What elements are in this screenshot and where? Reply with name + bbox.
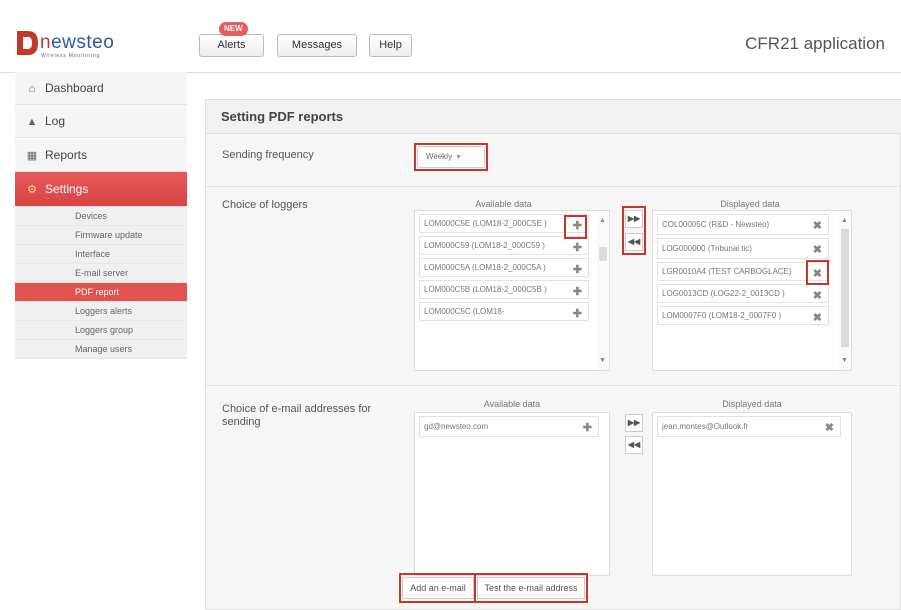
subnav-item-manage-users[interactable]: Manage users — [15, 340, 187, 359]
scroll-up-icon[interactable]: ▲ — [599, 217, 606, 224]
list-item[interactable]: LOG000000 (Tribunal tic) ✖ — [657, 238, 829, 259]
add-icon[interactable]: ✚ — [573, 287, 582, 298]
double-chevron-left-icon: ◀◀ — [627, 440, 641, 449]
help-button[interactable]: Help — [369, 34, 412, 57]
subnav-item-firmware-update[interactable]: Firmware update — [15, 226, 187, 245]
highlight-test-email — [474, 573, 588, 603]
available-loggers-title: Available data — [475, 199, 532, 209]
sidebar-item-label: Settings — [45, 182, 89, 196]
available-emails-title: Available data — [483, 399, 541, 409]
remove-icon[interactable]: ✖ — [813, 313, 822, 324]
logo-mark-icon — [17, 31, 38, 55]
remove-all-emails-button[interactable]: ◀◀ — [625, 436, 643, 454]
scroll-up-icon[interactable]: ▲ — [841, 217, 848, 224]
alerts-badge: NEW — [219, 22, 248, 36]
list-item[interactable]: LGR0010A4 (TEST CARBOGLACE) ✖ — [657, 262, 829, 281]
user-icon: ▲ — [26, 116, 38, 128]
sidebar-item-log[interactable]: ▲ Log — [15, 105, 187, 138]
double-chevron-right-icon: ▶▶ — [627, 418, 641, 427]
sidebar-item-label: Log — [45, 114, 66, 128]
available-emails-list[interactable]: gd@newsteo.com ✚ — [414, 412, 610, 576]
add-icon[interactable]: ✚ — [583, 423, 592, 434]
row-divider — [206, 186, 901, 187]
list-item[interactable]: gd@newsteo.com ✚ — [419, 416, 599, 437]
displayed-loggers-scrollbar[interactable]: ▲ ▼ — [839, 211, 851, 370]
subnav-item-interface[interactable]: Interface — [15, 245, 187, 264]
add-icon[interactable]: ✚ — [573, 243, 582, 254]
add-all-emails-button[interactable]: ▶▶ — [625, 414, 643, 432]
building-icon: ▦ — [26, 150, 38, 162]
list-item[interactable]: LOG0013CD (LOG22-2_0013CD ) ✖ — [657, 284, 829, 303]
displayed-emails-list[interactable]: jean.montes@Outlook.fr ✖ — [652, 412, 852, 576]
displayed-emails-title: Displayed data — [722, 399, 782, 409]
subnav-item-pdf-report[interactable]: PDF report — [15, 283, 187, 302]
sidebar: ⌂ Dashboard ▲ Log ▦ Reports ⚙ Settings Devic… — [15, 69, 187, 610]
scrollbar-thumb[interactable] — [841, 229, 849, 347]
settings-subnav: Devices Firmware update Interface E-mail… — [15, 207, 187, 359]
remove-icon[interactable]: ✖ — [813, 221, 822, 232]
logo-text: newsteo — [40, 32, 115, 53]
sidebar-item-label: Reports — [45, 148, 88, 162]
list-item[interactable]: LOM000C5B (LOM18-2_000C5B ) ✚ — [419, 280, 589, 299]
subnav-item-devices[interactable]: Devices — [15, 207, 187, 226]
sidebar-item-reports[interactable]: ▦ Reports — [15, 139, 187, 172]
remove-icon[interactable]: ✖ — [813, 245, 822, 256]
available-loggers-scrollbar[interactable]: ▲ ▼ — [597, 211, 609, 370]
sidebar-item-label: Dashboard — [45, 81, 104, 95]
wrench-icon: ⚙ — [27, 184, 37, 196]
list-item[interactable]: COL00005C (R&D - Newsteo) ✖ — [657, 214, 829, 235]
remove-icon[interactable]: ✖ — [825, 423, 834, 434]
scroll-down-icon[interactable]: ▼ — [599, 357, 606, 364]
list-item[interactable]: LOM0007F0 (LOM18-2_0007F0 ) ✖ — [657, 306, 829, 325]
add-icon[interactable]: ✚ — [573, 309, 582, 320]
row-divider — [206, 385, 901, 386]
scrollbar-thumb[interactable] — [599, 247, 607, 261]
displayed-loggers-list[interactable]: COL00005C (R&D - Newsteo) ✖ LOG000000 (Tr… — [652, 210, 852, 371]
alerts-button[interactable]: Alerts — [199, 34, 264, 57]
subnav-item-loggers-alerts[interactable]: Loggers alerts — [15, 302, 187, 321]
sidebar-item-settings[interactable]: ⚙ Settings — [15, 172, 187, 207]
pdf-reports-panel: Setting PDF reports Sending frequency We… — [205, 99, 901, 610]
newsteo-logo[interactable]: newsteo Wireless Monitoring — [14, 27, 164, 61]
messages-button[interactable]: Messages — [277, 34, 357, 57]
highlight-add-email — [399, 573, 476, 603]
sending-frequency-label: Sending frequency — [222, 149, 314, 161]
displayed-loggers-title: Displayed data — [720, 199, 780, 209]
top-header: newsteo Wireless Monitoring Alerts NEW M… — [0, 10, 901, 73]
home-icon: ⌂ — [28, 83, 36, 95]
emails-label: Choice of e-mail addresses for sending — [222, 403, 372, 428]
panel-title: Setting PDF reports — [206, 100, 901, 134]
highlight-add-logger — [564, 215, 587, 239]
subnav-item-loggers-group[interactable]: Loggers group — [15, 321, 187, 340]
logo-tagline: Wireless Monitoring — [41, 53, 101, 59]
loggers-label: Choice of loggers — [222, 199, 308, 211]
highlight-transfer-buttons — [622, 206, 646, 255]
app-window: newsteo Wireless Monitoring Alerts NEW M… — [0, 0, 901, 610]
highlight-frequency — [414, 143, 488, 171]
app-title: CFR21 application — [745, 34, 885, 53]
list-item[interactable]: LOM000C5C (LOM18- ✚ — [419, 302, 589, 321]
highlight-remove-logger — [806, 260, 829, 285]
remove-icon[interactable]: ✖ — [813, 291, 822, 302]
sidebar-item-dashboard[interactable]: ⌂ Dashboard — [15, 72, 187, 105]
list-item[interactable]: jean.montes@Outlook.fr ✖ — [657, 416, 841, 437]
list-item[interactable]: LOM000C5A (LOM18-2_000C5A ) ✚ — [419, 258, 589, 277]
add-icon[interactable]: ✚ — [573, 265, 582, 276]
scroll-down-icon[interactable]: ▼ — [841, 357, 848, 364]
subnav-item-email-server[interactable]: E-mail server — [15, 264, 187, 283]
